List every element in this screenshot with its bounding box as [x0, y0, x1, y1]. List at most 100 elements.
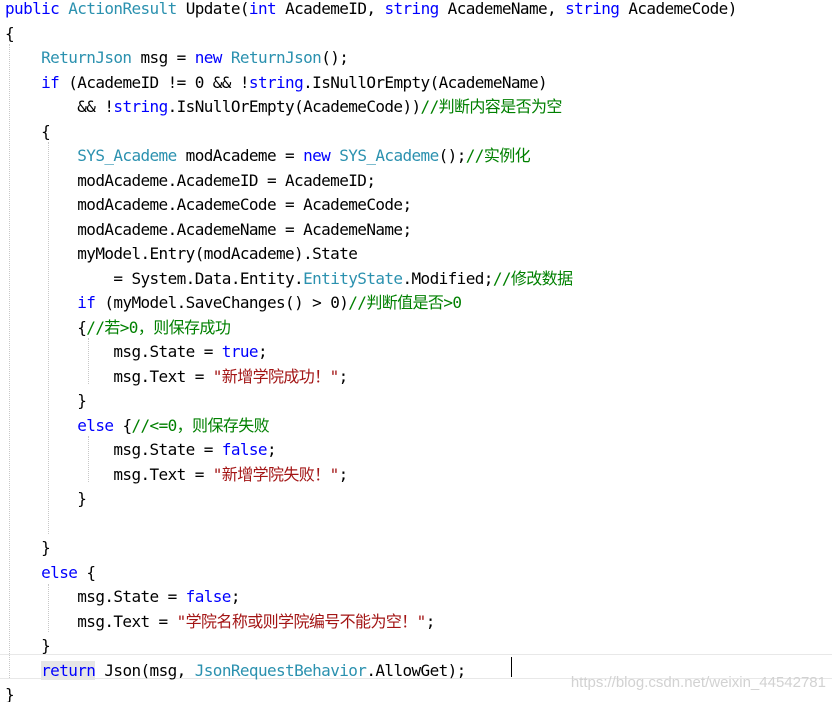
code-token-pl: msg.Text = — [5, 611, 177, 631]
code-token-kw: string — [384, 0, 439, 18]
code-token-pl: } — [5, 685, 15, 702]
code-token-pl: } — [5, 391, 87, 410]
code-line[interactable]: msg.Text = "新增学院成功！"; — [5, 365, 348, 390]
code-line[interactable]: } — [5, 683, 15, 702]
code-line[interactable]: } — [5, 634, 51, 659]
code-token-pl: ; — [425, 611, 436, 631]
code-token-pl: { — [5, 23, 15, 43]
code-token-kw: else — [77, 415, 114, 435]
code-token-pl: Json(msg, — [95, 660, 195, 680]
code-token-pl: { — [77, 562, 96, 582]
code-token-pl: ; — [338, 464, 349, 484]
code-token-pl: AcademeID, — [276, 0, 385, 18]
code-token-pl: ; — [257, 342, 268, 361]
code-token-kw: if — [77, 293, 96, 312]
code-token-st: "新增学院成功！" — [212, 366, 339, 386]
code-token-pl: .IsNullOrEmpty(AcademeName) — [303, 72, 548, 92]
code-line[interactable]: else { — [5, 561, 96, 586]
code-line[interactable]: msg.State = false; — [5, 585, 240, 610]
code-line[interactable]: public ActionResult Update(int AcademeID… — [5, 0, 737, 22]
code-line[interactable]: modAcademe.AcademeID = AcademeID; — [5, 169, 376, 194]
code-editor[interactable]: public ActionResult Update(int AcademeID… — [0, 0, 832, 702]
code-line[interactable]: myModel.Entry(modAcademe).State — [5, 242, 358, 267]
code-token-pl: ; — [230, 587, 241, 606]
code-token-pl: .IsNullOrEmpty(AcademeCode)) — [167, 97, 422, 116]
code-line[interactable]: else {//<=0，则保存失败 — [5, 414, 269, 439]
code-token-ty: ReturnJson — [230, 48, 322, 67]
code-token-pl: { — [5, 121, 51, 141]
code-token-kw: else — [41, 562, 78, 582]
code-token-pl: } — [5, 636, 51, 655]
code-line[interactable]: modAcademe.AcademeName = AcademeName; — [5, 218, 412, 243]
code-token-kw: return — [41, 660, 96, 680]
code-token-pl: .AllowGet); — [366, 660, 466, 680]
code-line[interactable]: if (AcademeID != 0 && !string.IsNullOrEm… — [5, 71, 547, 96]
code-token-ty: SYS_Academe — [339, 146, 439, 165]
code-token-pl: = System.Data.Entity. — [5, 268, 304, 288]
code-token-pl: (); — [438, 146, 467, 165]
code-token-kw: if — [41, 72, 60, 92]
code-token-ty: ReturnJson — [41, 48, 132, 67]
code-line[interactable]: = System.Data.Entity.EntityState.Modifie… — [5, 267, 573, 292]
code-line[interactable]: } — [5, 487, 87, 512]
code-token-cm: //修改数据 — [492, 268, 573, 288]
code-token-pl: { — [113, 415, 132, 435]
code-token-kw: false — [221, 440, 268, 459]
code-token-pl: (); — [321, 48, 349, 67]
code-token-cm: //判断值是否>0 — [348, 293, 462, 312]
code-token-pl: msg.State = — [5, 440, 222, 459]
code-token-kw: true — [221, 342, 259, 361]
code-token-pl: msg.State = — [5, 342, 222, 361]
code-token-pl: modAcademe.AcademeID = AcademeID; — [5, 170, 376, 190]
code-token-kw: string — [113, 97, 168, 116]
code-token-pl: AcademeName, — [438, 0, 566, 18]
code-line[interactable]: } — [5, 389, 87, 414]
code-token-pl: Update( — [176, 0, 250, 18]
code-token-pl: myModel.Entry(modAcademe).State — [5, 244, 358, 263]
code-line[interactable]: msg.Text = "新增学院失败！"; — [5, 463, 348, 488]
code-token-pl: modAcademe.AcademeCode = AcademeCode; — [5, 195, 412, 214]
code-token-pl: modAcademe = — [176, 146, 304, 165]
code-line[interactable]: if (myModel.SaveChanges() > 0)//判断值是否>0 — [5, 291, 462, 316]
code-token-pl: msg.State = — [5, 587, 186, 606]
code-line[interactable]: {//若>0，则保存成功 — [5, 316, 231, 341]
code-token-pl: && ! — [5, 97, 114, 116]
code-token-kw: int — [248, 0, 277, 18]
code-token-cm: //判断内容是否为空 — [420, 97, 563, 116]
text-caret — [511, 657, 512, 677]
code-token-pl: msg.Text = — [5, 464, 213, 484]
code-token-pl: (myModel.SaveChanges() > 0) — [95, 293, 349, 312]
code-line[interactable]: { — [5, 120, 51, 145]
code-line[interactable]: && !string.IsNullOrEmpty(AcademeCode))//… — [5, 95, 562, 120]
code-line[interactable]: msg.State = true; — [5, 340, 267, 365]
code-line[interactable]: } — [5, 536, 51, 561]
code-line[interactable]: msg.Text = "学院名称或则学院编号不能为空！"; — [5, 610, 435, 635]
code-line[interactable]: msg.State = false; — [5, 438, 276, 463]
code-token-pl: .Modified; — [402, 268, 493, 288]
code-token-kw: new — [303, 146, 331, 165]
code-line[interactable]: { — [5, 22, 15, 47]
code-token-ty: JsonRequestBehavior — [194, 660, 367, 680]
code-line[interactable]: ReturnJson msg = new ReturnJson(); — [5, 46, 349, 71]
code-token-kw: false — [185, 587, 232, 606]
code-token-pl: msg.Text = — [5, 366, 213, 386]
code-token-pl: (AcademeID != 0 && ! — [59, 72, 249, 92]
code-token-kw: string — [248, 72, 304, 92]
code-line[interactable]: return Json(msg, JsonRequestBehavior.All… — [5, 659, 466, 684]
code-token-pl: } — [5, 538, 51, 557]
code-token-pl: AcademeCode) — [619, 0, 737, 18]
code-token-cm: //若>0，则保存成功 — [86, 317, 231, 337]
code-token-pl: ; — [338, 366, 349, 386]
code-line[interactable]: modAcademe.AcademeCode = AcademeCode; — [5, 193, 412, 218]
code-line[interactable]: SYS_Academe modAcademe = new SYS_Academe… — [5, 144, 530, 169]
code-token-ty: EntityState — [303, 268, 403, 288]
